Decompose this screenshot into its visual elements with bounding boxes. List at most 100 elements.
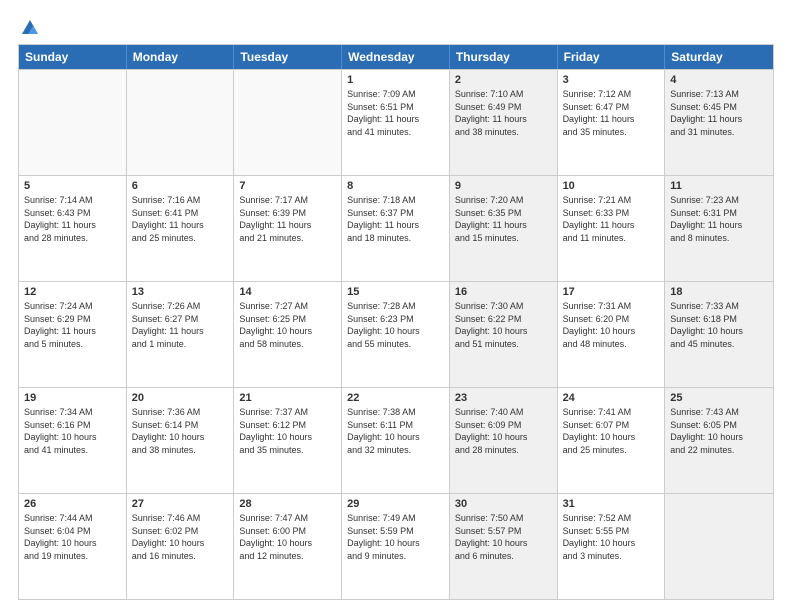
day-number: 31 (563, 498, 660, 510)
calendar-header: SundayMondayTuesdayWednesdayThursdayFrid… (19, 45, 773, 69)
cell-info: Sunrise: 7:43 AM Sunset: 6:05 PM Dayligh… (670, 406, 768, 456)
cell-info: Sunrise: 7:09 AM Sunset: 6:51 PM Dayligh… (347, 88, 444, 138)
cal-cell-day-18: 18 Sunrise: 7:33 AM Sunset: 6:18 PM Dayli… (665, 282, 773, 387)
cell-info: Sunrise: 7:47 AM Sunset: 6:00 PM Dayligh… (239, 512, 336, 562)
day-number: 5 (24, 180, 121, 192)
cell-info: Sunrise: 7:27 AM Sunset: 6:25 PM Dayligh… (239, 300, 336, 350)
day-number: 27 (132, 498, 229, 510)
day-number: 13 (132, 286, 229, 298)
day-number: 21 (239, 392, 336, 404)
header-day-tuesday: Tuesday (234, 45, 342, 69)
calendar-body: 1 Sunrise: 7:09 AM Sunset: 6:51 PM Daylig… (19, 69, 773, 599)
cal-cell-day-2: 2 Sunrise: 7:10 AM Sunset: 6:49 PM Daylig… (450, 70, 558, 175)
day-number: 11 (670, 180, 768, 192)
cal-cell-day-5: 5 Sunrise: 7:14 AM Sunset: 6:43 PM Daylig… (19, 176, 127, 281)
cal-cell-day-17: 17 Sunrise: 7:31 AM Sunset: 6:20 PM Dayli… (558, 282, 666, 387)
cal-row-1: 5 Sunrise: 7:14 AM Sunset: 6:43 PM Daylig… (19, 175, 773, 281)
cell-info: Sunrise: 7:24 AM Sunset: 6:29 PM Dayligh… (24, 300, 121, 350)
day-number: 3 (563, 74, 660, 86)
cal-cell-day-11: 11 Sunrise: 7:23 AM Sunset: 6:31 PM Dayli… (665, 176, 773, 281)
cell-info: Sunrise: 7:31 AM Sunset: 6:20 PM Dayligh… (563, 300, 660, 350)
day-number: 2 (455, 74, 552, 86)
cal-cell-day-22: 22 Sunrise: 7:38 AM Sunset: 6:11 PM Dayli… (342, 388, 450, 493)
day-number: 1 (347, 74, 444, 86)
day-number: 22 (347, 392, 444, 404)
cell-info: Sunrise: 7:46 AM Sunset: 6:02 PM Dayligh… (132, 512, 229, 562)
day-number: 9 (455, 180, 552, 192)
cal-cell-day-16: 16Sunrise: 7:30 AM Sunset: 6:22 PM Dayli… (450, 282, 558, 387)
cell-info: Sunrise: 7:28 AM Sunset: 6:23 PM Dayligh… (347, 300, 444, 350)
cal-cell-day-21: 21 Sunrise: 7:37 AM Sunset: 6:12 PM Dayli… (234, 388, 342, 493)
cal-cell-empty (127, 70, 235, 175)
cell-info: Sunrise: 7:33 AM Sunset: 6:18 PM Dayligh… (670, 300, 768, 350)
header-day-monday: Monday (127, 45, 235, 69)
day-number: 8 (347, 180, 444, 192)
cell-info: Sunrise: 7:41 AM Sunset: 6:07 PM Dayligh… (563, 406, 660, 456)
cal-cell-day-1: 1 Sunrise: 7:09 AM Sunset: 6:51 PM Daylig… (342, 70, 450, 175)
cell-info: Sunrise: 7:23 AM Sunset: 6:31 PM Dayligh… (670, 194, 768, 244)
cell-info: Sunrise: 7:10 AM Sunset: 6:49 PM Dayligh… (455, 88, 552, 138)
cal-cell-day-9: 9Sunrise: 7:20 AM Sunset: 6:35 PM Daylig… (450, 176, 558, 281)
day-number: 25 (670, 392, 768, 404)
cal-cell-empty (234, 70, 342, 175)
cal-row-3: 19Sunrise: 7:34 AM Sunset: 6:16 PM Dayli… (19, 387, 773, 493)
day-number: 29 (347, 498, 444, 510)
day-number: 15 (347, 286, 444, 298)
cal-cell-empty (665, 494, 773, 599)
header-day-sunday: Sunday (19, 45, 127, 69)
day-number: 14 (239, 286, 336, 298)
cal-cell-day-10: 10Sunrise: 7:21 AM Sunset: 6:33 PM Dayli… (558, 176, 666, 281)
header-day-wednesday: Wednesday (342, 45, 450, 69)
cal-cell-day-12: 12Sunrise: 7:24 AM Sunset: 6:29 PM Dayli… (19, 282, 127, 387)
cal-row-0: 1 Sunrise: 7:09 AM Sunset: 6:51 PM Daylig… (19, 69, 773, 175)
header-day-friday: Friday (558, 45, 666, 69)
cal-cell-day-26: 26Sunrise: 7:44 AM Sunset: 6:04 PM Dayli… (19, 494, 127, 599)
logo-text (18, 18, 40, 38)
page: SundayMondayTuesdayWednesdayThursdayFrid… (0, 0, 792, 612)
cal-cell-day-31: 31 Sunrise: 7:52 AM Sunset: 5:55 PM Dayli… (558, 494, 666, 599)
cell-info: Sunrise: 7:37 AM Sunset: 6:12 PM Dayligh… (239, 406, 336, 456)
cal-cell-day-25: 25 Sunrise: 7:43 AM Sunset: 6:05 PM Dayli… (665, 388, 773, 493)
cal-cell-day-20: 20 Sunrise: 7:36 AM Sunset: 6:14 PM Dayli… (127, 388, 235, 493)
day-number: 10 (563, 180, 660, 192)
cal-cell-day-27: 27 Sunrise: 7:46 AM Sunset: 6:02 PM Dayli… (127, 494, 235, 599)
cell-info: Sunrise: 7:52 AM Sunset: 5:55 PM Dayligh… (563, 512, 660, 562)
cal-cell-day-13: 13 Sunrise: 7:26 AM Sunset: 6:27 PM Dayli… (127, 282, 235, 387)
cal-cell-day-3: 3Sunrise: 7:12 AM Sunset: 6:47 PM Daylig… (558, 70, 666, 175)
day-number: 20 (132, 392, 229, 404)
cell-info: Sunrise: 7:50 AM Sunset: 5:57 PM Dayligh… (455, 512, 552, 562)
day-number: 17 (563, 286, 660, 298)
day-number: 18 (670, 286, 768, 298)
cal-cell-day-24: 24 Sunrise: 7:41 AM Sunset: 6:07 PM Dayli… (558, 388, 666, 493)
cell-info: Sunrise: 7:16 AM Sunset: 6:41 PM Dayligh… (132, 194, 229, 244)
logo (18, 18, 40, 34)
day-number: 24 (563, 392, 660, 404)
day-number: 4 (670, 74, 768, 86)
header (18, 18, 774, 34)
cal-row-2: 12Sunrise: 7:24 AM Sunset: 6:29 PM Dayli… (19, 281, 773, 387)
cal-cell-day-23: 23Sunrise: 7:40 AM Sunset: 6:09 PM Dayli… (450, 388, 558, 493)
cell-info: Sunrise: 7:13 AM Sunset: 6:45 PM Dayligh… (670, 88, 768, 138)
cal-cell-day-19: 19Sunrise: 7:34 AM Sunset: 6:16 PM Dayli… (19, 388, 127, 493)
header-day-saturday: Saturday (665, 45, 773, 69)
cell-info: Sunrise: 7:40 AM Sunset: 6:09 PM Dayligh… (455, 406, 552, 456)
day-number: 30 (455, 498, 552, 510)
logo-icon (20, 18, 40, 38)
cal-cell-day-28: 28 Sunrise: 7:47 AM Sunset: 6:00 PM Dayli… (234, 494, 342, 599)
day-number: 7 (239, 180, 336, 192)
cal-cell-day-14: 14 Sunrise: 7:27 AM Sunset: 6:25 PM Dayli… (234, 282, 342, 387)
cell-info: Sunrise: 7:18 AM Sunset: 6:37 PM Dayligh… (347, 194, 444, 244)
cal-cell-empty (19, 70, 127, 175)
cell-info: Sunrise: 7:44 AM Sunset: 6:04 PM Dayligh… (24, 512, 121, 562)
day-number: 19 (24, 392, 121, 404)
cell-info: Sunrise: 7:26 AM Sunset: 6:27 PM Dayligh… (132, 300, 229, 350)
cell-info: Sunrise: 7:17 AM Sunset: 6:39 PM Dayligh… (239, 194, 336, 244)
calendar: SundayMondayTuesdayWednesdayThursdayFrid… (18, 44, 774, 600)
cell-info: Sunrise: 7:36 AM Sunset: 6:14 PM Dayligh… (132, 406, 229, 456)
day-number: 6 (132, 180, 229, 192)
cell-info: Sunrise: 7:30 AM Sunset: 6:22 PM Dayligh… (455, 300, 552, 350)
day-number: 28 (239, 498, 336, 510)
cell-info: Sunrise: 7:14 AM Sunset: 6:43 PM Dayligh… (24, 194, 121, 244)
cell-info: Sunrise: 7:38 AM Sunset: 6:11 PM Dayligh… (347, 406, 444, 456)
cal-cell-day-15: 15 Sunrise: 7:28 AM Sunset: 6:23 PM Dayli… (342, 282, 450, 387)
